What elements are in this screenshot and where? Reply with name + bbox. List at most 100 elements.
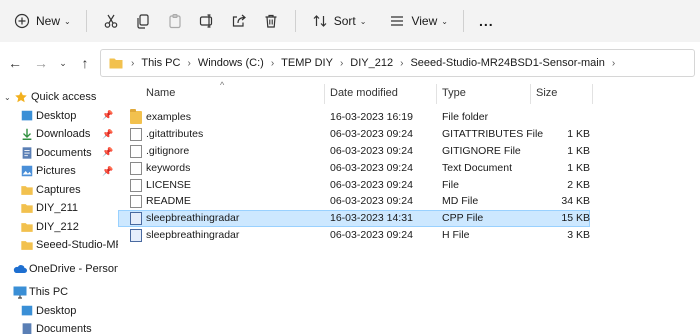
file-date: 06-03-2023 09:24 — [330, 127, 413, 140]
star-icon — [14, 88, 28, 106]
sidebar-item-captures[interactable]: Captures — [0, 181, 118, 200]
desktop-icon — [20, 302, 34, 320]
column-header-name[interactable]: Name — [146, 87, 175, 99]
column-divider[interactable] — [530, 84, 531, 104]
breadcrumb-this-pc[interactable]: This PC — [141, 57, 180, 69]
sidebar-item-pc-documents[interactable]: Documents — [0, 320, 118, 334]
column-divider[interactable] — [592, 84, 593, 104]
sidebar-item-pc-desktop[interactable]: Desktop — [0, 302, 118, 321]
file-name: README — [146, 195, 191, 208]
file-name: sleepbreathingradar — [146, 229, 240, 242]
column-header-type[interactable]: Type — [442, 87, 466, 99]
file-rows: examples 16-03-2023 16:19 File folder .g… — [118, 109, 700, 244]
more-options-button[interactable]: ... — [472, 6, 501, 36]
file-type: H File — [442, 229, 470, 242]
paste-button[interactable] — [159, 6, 191, 36]
back-button[interactable]: ← — [2, 55, 28, 71]
sidebar-item-label: Desktop — [36, 109, 77, 122]
sidebar-item-downloads[interactable]: Downloads 📌 — [0, 125, 118, 144]
file-row[interactable]: sleepbreathingradar 06-03-2023 09:24 H F… — [118, 227, 700, 244]
sidebar-item-documents[interactable]: Documents 📌 — [0, 144, 118, 163]
code-file-icon — [130, 229, 142, 243]
breadcrumb-temp-diy[interactable]: TEMP DIY — [281, 57, 333, 69]
address-bar[interactable]: › This PC › Windows (C:) › TEMP DIY › DI… — [100, 49, 695, 77]
file-size: 34 KB — [561, 195, 590, 208]
file-icon — [130, 144, 142, 158]
scissors-icon — [102, 12, 120, 30]
address-row: ← → ⌄ ↑ › This PC › Windows (C:) › TEMP … — [0, 44, 700, 82]
sidebar-item-diy-211[interactable]: DIY_211 — [0, 199, 118, 218]
view-button[interactable]: View ⌄ — [381, 6, 455, 36]
sidebar-item-label: This PC — [29, 286, 69, 299]
file-row[interactable]: .gitignore 06-03-2023 09:24 GITIGNORE Fi… — [118, 143, 700, 160]
breadcrumb-diy-212[interactable]: DIY_212 — [350, 57, 393, 69]
sidebar-item-label: Documents — [36, 146, 92, 159]
column-divider[interactable] — [436, 84, 437, 104]
chevron-right-icon: › — [611, 57, 616, 69]
sidebar-item-label: DIY_212 — [36, 220, 79, 233]
pin-icon: 📌 — [102, 128, 114, 139]
chevron-right-icon: › — [400, 57, 404, 69]
file-name: examples — [146, 111, 191, 123]
sidebar-item-label: Captures — [36, 183, 81, 196]
up-button[interactable]: ↑ — [72, 55, 98, 71]
sidebar-item-label: Seeed-Studio-MR2 — [36, 239, 118, 252]
sidebar-item-desktop[interactable]: Desktop 📌 — [0, 107, 118, 126]
file-type: GITATTRIBUTES File — [442, 127, 544, 140]
file-icon — [130, 195, 142, 209]
chevron-right-icon: › — [339, 57, 344, 69]
rename-button[interactable] — [191, 6, 223, 36]
recent-locations-button[interactable]: ⌄ — [54, 58, 72, 69]
share-button[interactable] — [223, 6, 255, 36]
copy-icon — [134, 12, 152, 30]
command-bar: New ⌄ Sort ⌄ View ⌄ ... — [0, 0, 700, 42]
sort-button[interactable]: Sort ⌄ — [304, 6, 374, 36]
sidebar-item-this-pc[interactable]: This PC — [0, 283, 118, 302]
copy-button[interactable] — [127, 6, 159, 36]
file-size: 3 KB — [567, 229, 590, 242]
sort-ascending-icon: ^ — [220, 80, 225, 90]
file-row[interactable]: .gitattributes 06-03-2023 09:24 GITATTRI… — [118, 126, 700, 143]
breadcrumb-current-folder[interactable]: Seeed-Studio-MR24BSD1-Sensor-main — [410, 57, 604, 69]
sidebar-item-quick-access[interactable]: ⌄ Quick access — [0, 88, 118, 107]
new-button[interactable]: New ⌄ — [6, 6, 78, 36]
pictures-icon — [20, 162, 34, 180]
chevron-right-icon: › — [270, 57, 275, 69]
sidebar-item-label: Documents — [36, 323, 92, 334]
file-size: 1 KB — [567, 161, 590, 174]
column-divider[interactable] — [324, 84, 325, 104]
download-icon — [20, 125, 34, 143]
file-row[interactable]: examples 16-03-2023 16:19 File folder — [118, 109, 700, 126]
file-date: 06-03-2023 09:24 — [330, 178, 413, 191]
documents-icon — [20, 320, 34, 334]
file-date: 16-03-2023 16:19 — [330, 111, 413, 123]
file-date: 06-03-2023 09:24 — [330, 195, 413, 208]
pin-icon: 📌 — [102, 110, 114, 121]
column-header-size[interactable]: Size — [536, 87, 557, 99]
file-type: Text Document — [442, 161, 513, 174]
file-row-selected[interactable]: sleepbreathingradar 16-03-2023 14:31 CPP… — [118, 210, 590, 228]
file-row[interactable]: README 06-03-2023 09:24 MD File 34 KB — [118, 193, 700, 210]
cut-button[interactable] — [95, 6, 127, 36]
sidebar-item-onedrive[interactable]: OneDrive - Personal — [0, 260, 118, 279]
file-type: File folder — [442, 111, 489, 123]
file-row[interactable]: LICENSE 06-03-2023 09:24 File 2 KB — [118, 177, 700, 194]
sidebar-item-pictures[interactable]: Pictures 📌 — [0, 162, 118, 181]
chevron-down-icon: ⌄ — [441, 16, 448, 26]
sidebar-item-label: Pictures — [36, 165, 76, 178]
pin-icon: 📌 — [102, 147, 114, 158]
code-file-icon — [130, 212, 142, 226]
forward-button[interactable]: → — [28, 55, 54, 71]
sidebar-item-diy-212[interactable]: DIY_212 — [0, 218, 118, 237]
column-header-date[interactable]: Date modified — [330, 87, 398, 99]
delete-button[interactable] — [255, 6, 287, 36]
chevron-right-icon: › — [187, 57, 191, 69]
file-row[interactable]: keywords 06-03-2023 09:24 Text Document … — [118, 160, 700, 177]
view-list-icon — [388, 12, 406, 30]
chevron-down-icon: ⌄ — [4, 92, 11, 102]
pin-icon: 📌 — [102, 165, 114, 176]
share-icon — [230, 12, 248, 30]
sidebar-item-seeed-studio[interactable]: Seeed-Studio-MR2 — [0, 236, 118, 255]
breadcrumb-windows-c[interactable]: Windows (C:) — [198, 57, 264, 69]
chevron-right-icon: › — [131, 57, 135, 69]
